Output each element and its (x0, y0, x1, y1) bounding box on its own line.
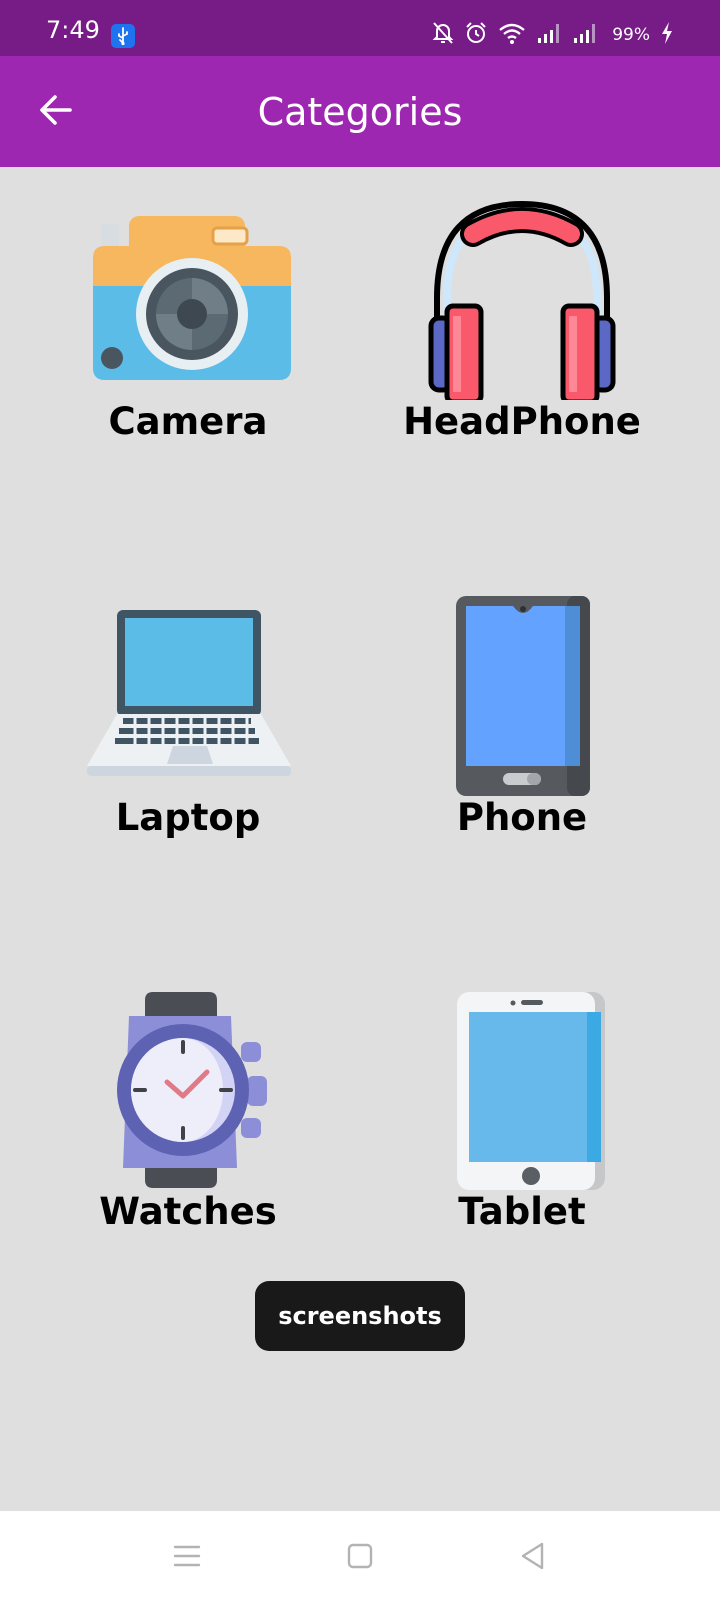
home-icon (347, 1543, 373, 1569)
category-tile-phone[interactable]: Phone (352, 596, 692, 916)
battery-percent: 99% (612, 25, 650, 45)
status-icons: 99% (432, 21, 674, 49)
menu-icon (173, 1545, 201, 1567)
bell-off-icon (432, 21, 454, 50)
phone-icon (456, 596, 590, 796)
tablet-icon (457, 992, 605, 1190)
category-tile-watches[interactable]: Watches (18, 990, 358, 1310)
back-triangle-icon (521, 1542, 544, 1570)
camera-icon (93, 216, 291, 380)
laptop-icon (87, 610, 291, 776)
category-tile-camera[interactable]: Camera (18, 200, 358, 520)
category-label: Laptop (115, 796, 261, 839)
home-button[interactable] (335, 1531, 385, 1581)
category-tile-laptop[interactable]: Laptop (18, 596, 358, 916)
status-time: 7:49 (46, 16, 100, 44)
watch-icon (117, 992, 267, 1188)
wifi-icon (498, 21, 526, 50)
category-tile-tablet[interactable]: Tablet (352, 990, 692, 1310)
signal-icon (536, 22, 562, 49)
usb-icon (111, 24, 135, 48)
app-bar: Categories (0, 56, 720, 167)
category-label: Camera (108, 400, 268, 443)
category-label: Phone (456, 796, 588, 839)
alarm-icon (464, 21, 488, 50)
category-label: Watches (99, 1190, 277, 1233)
category-tile-headphone[interactable]: HeadPhone (352, 200, 692, 520)
charging-icon (660, 21, 674, 50)
headphone-icon (428, 200, 616, 400)
recent-apps-button[interactable] (162, 1531, 212, 1581)
status-bar: 7:49 99% (0, 0, 720, 56)
toast-message: screenshots (255, 1281, 465, 1351)
signal-icon (572, 22, 598, 49)
category-label: Tablet (458, 1190, 586, 1233)
page-title: Categories (257, 90, 463, 134)
category-label: HeadPhone (403, 400, 641, 443)
system-nav-bar (0, 1511, 720, 1600)
system-back-button[interactable] (508, 1531, 558, 1581)
